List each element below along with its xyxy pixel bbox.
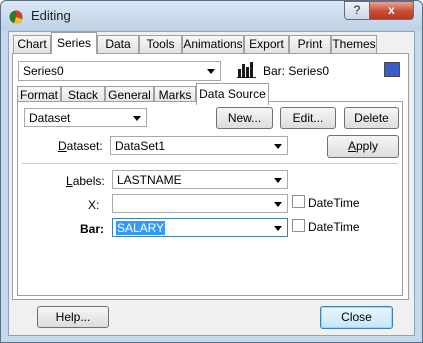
chevron-down-icon bbox=[274, 226, 282, 231]
tab-chart[interactable]: Chart bbox=[13, 35, 51, 53]
main-tab-strip: Chart Series Data Tools Animations Expor… bbox=[9, 32, 409, 54]
bar-label: Bar: bbox=[80, 222, 105, 236]
tab-tools[interactable]: Tools bbox=[139, 35, 182, 53]
help-button[interactable]: Help... bbox=[37, 306, 109, 328]
tab-series[interactable]: Series bbox=[51, 32, 97, 54]
labels-field-select[interactable]: LASTNAME bbox=[112, 170, 288, 189]
chevron-down-icon bbox=[274, 178, 282, 183]
window-title: Editing bbox=[31, 8, 71, 23]
tab-animations[interactable]: Animations bbox=[182, 35, 244, 53]
apply-button[interactable]: Apply bbox=[327, 135, 399, 158]
chevron-down-icon bbox=[207, 69, 215, 74]
chevron-down-icon bbox=[274, 202, 282, 207]
tab-export[interactable]: Export bbox=[244, 35, 289, 53]
series-color-swatch[interactable] bbox=[384, 62, 400, 77]
title-bar[interactable]: Editing ? x bbox=[1, 1, 422, 31]
app-icon bbox=[9, 10, 23, 24]
datasource-type-value: Dataset bbox=[29, 111, 71, 125]
x-field-select[interactable] bbox=[112, 194, 288, 213]
chevron-down-icon bbox=[133, 116, 141, 121]
delete-button[interactable]: Delete bbox=[344, 107, 399, 129]
tab-print[interactable]: Print bbox=[289, 35, 331, 53]
dialog-client-area: Chart Series Data Tools Animations Expor… bbox=[8, 31, 415, 336]
titlebar-close-button[interactable]: x bbox=[369, 1, 414, 20]
close-button[interactable]: Close bbox=[320, 306, 393, 329]
labels-field-value: LASTNAME bbox=[117, 173, 182, 187]
tab-data[interactable]: Data bbox=[97, 35, 139, 53]
bar-series-icon bbox=[237, 62, 256, 78]
dataset-value: DataSet1 bbox=[115, 139, 166, 153]
bar-field-select[interactable]: SALARY bbox=[112, 218, 288, 237]
x-datetime-checkbox[interactable] bbox=[292, 195, 305, 208]
dialog-footer: Help... Close bbox=[9, 300, 414, 335]
bar-field-value: SALARY bbox=[116, 221, 166, 235]
x-label: X: bbox=[88, 198, 100, 212]
x-datetime-label: DateTime bbox=[308, 196, 360, 210]
bar-datetime-label: DateTime bbox=[308, 220, 360, 234]
labels-label: Labels: bbox=[66, 174, 105, 188]
chevron-down-icon bbox=[274, 144, 282, 149]
titlebar-help-button[interactable]: ? bbox=[344, 1, 370, 20]
separator bbox=[22, 163, 398, 164]
series-tab-page: Series0 Bar: Series0 Format Stack Genera… bbox=[12, 53, 409, 300]
series-info-label: Bar: Series0 bbox=[263, 64, 330, 78]
editing-window: Editing ? x Chart Series Data Tools Anim… bbox=[0, 0, 423, 343]
edit-button[interactable]: Edit... bbox=[280, 107, 336, 129]
dataset-label: Dataset: bbox=[58, 139, 103, 153]
series-select[interactable]: Series0 bbox=[18, 61, 221, 81]
datasource-type-select[interactable]: Dataset bbox=[24, 108, 147, 127]
bar-datetime-checkbox[interactable] bbox=[292, 219, 305, 232]
new-button[interactable]: New... bbox=[216, 107, 273, 129]
tab-themes[interactable]: Themes bbox=[331, 35, 377, 53]
series-select-value: Series0 bbox=[23, 64, 64, 78]
tab-data-source[interactable]: Data Source bbox=[196, 83, 269, 105]
data-source-page: Dataset New... Edit... Delete Dataset: D… bbox=[17, 101, 403, 296]
dataset-select[interactable]: DataSet1 bbox=[110, 136, 288, 155]
